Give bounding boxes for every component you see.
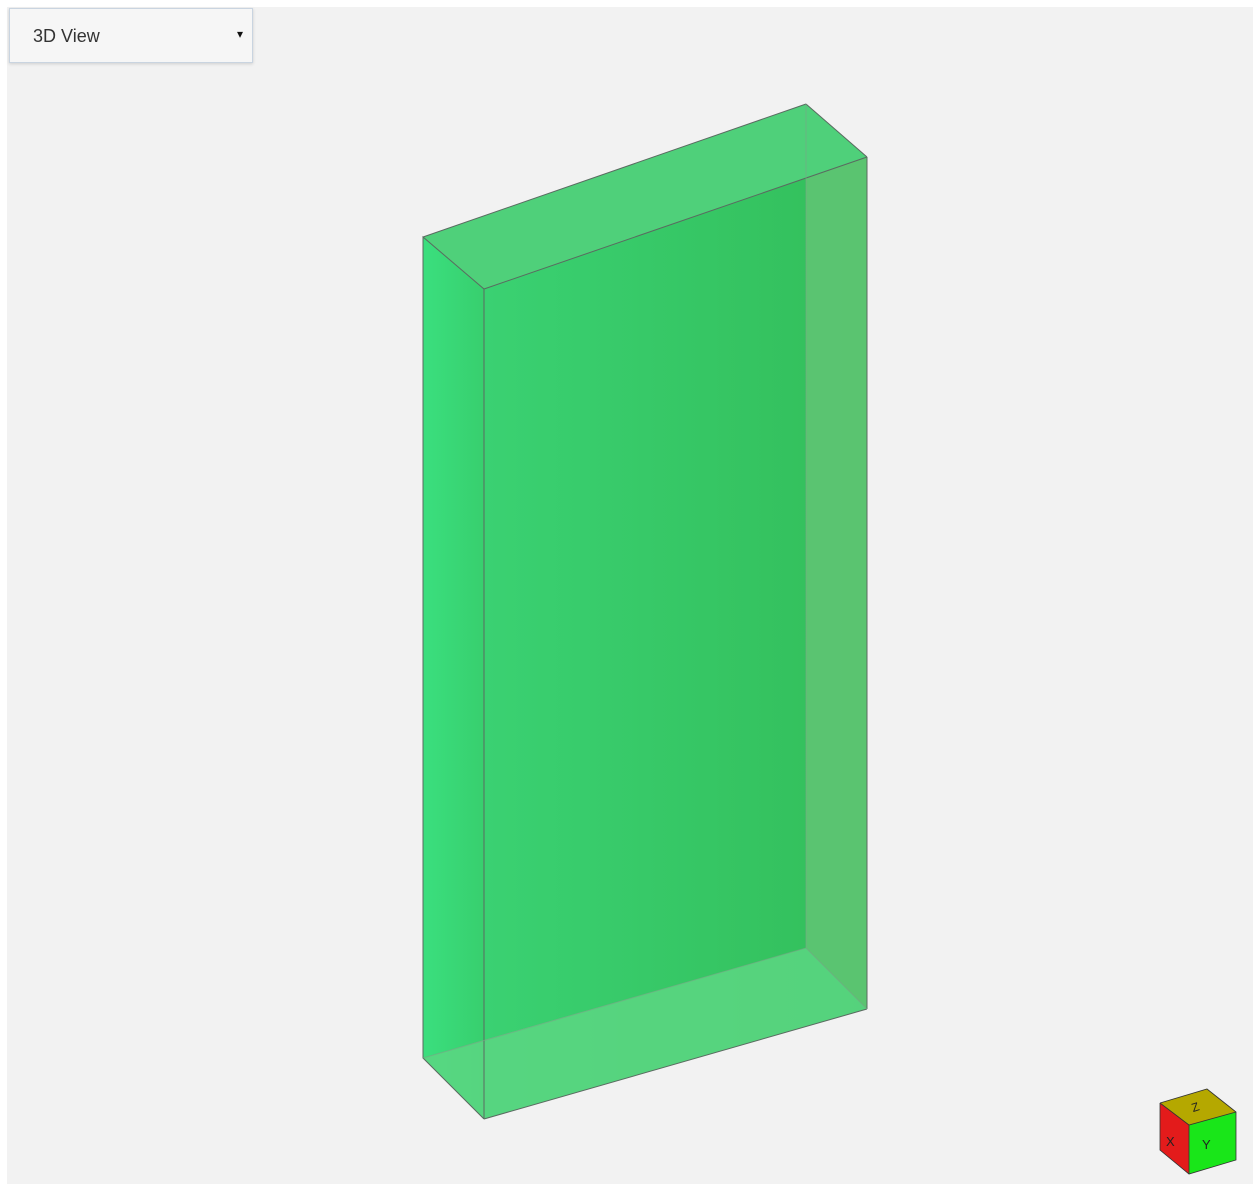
- scene-canvas: Z X Y: [422, 103, 1237, 1175]
- box-left-face: [423, 237, 484, 1119]
- axis-label-x: X: [1166, 1134, 1175, 1149]
- axis-orientation-cube[interactable]: Z X Y: [1159, 1088, 1237, 1175]
- green-box-model[interactable]: [422, 103, 868, 1120]
- box-right-face: [806, 104, 867, 1009]
- axis-label-y: Y: [1202, 1137, 1211, 1152]
